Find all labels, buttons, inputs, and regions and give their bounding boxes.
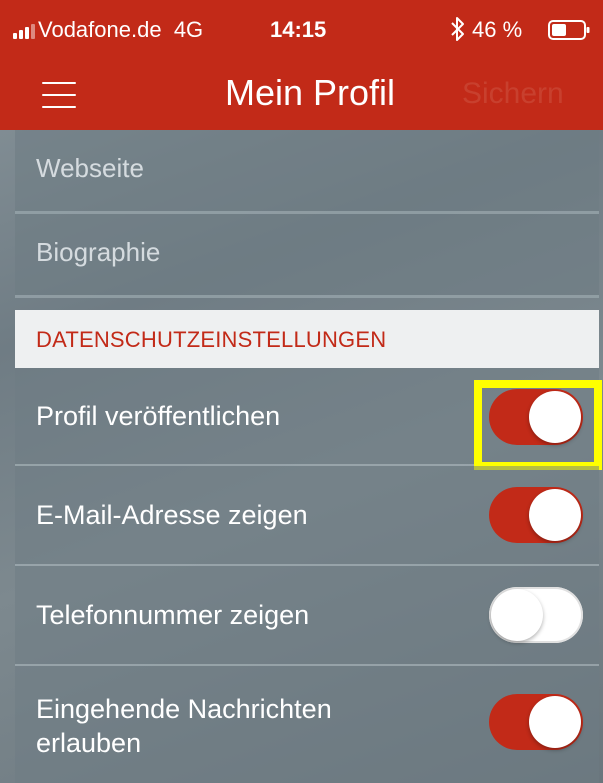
page-title: Mein Profil [224,72,396,113]
allow-messages-label: Eingehende Nachrichten erlauben [36,694,332,758]
navigation-bar: Mein Profil Sichern [0,58,603,130]
privacy-section-header: DATENSCHUTZEINSTELLUNGEN [15,310,599,368]
battery-percentage: 46 % [472,17,523,42]
status-bar: Vodafone.de 4G 14:15 46 % [0,0,603,58]
biography-field[interactable]: Biographie [15,214,599,298]
toggle-row-allow-messages: Eingehende Nachrichten erlauben [15,666,599,783]
show-phone-toggle[interactable] [489,587,583,643]
toggle-row-publish-profile: Profil veröffentlichen [15,368,602,470]
show-email-label: E-Mail-Adresse zeigen [36,500,308,530]
battery-icon [548,20,590,40]
website-field[interactable]: Webseite [15,130,599,214]
profile-form: Webseite Biographie DATENSCHUTZEINSTELLU… [15,130,602,783]
carrier-network: Vodafone.de 4G [38,14,203,46]
show-phone-label: Telefonnummer zeigen [36,600,310,630]
toggle-row-show-phone: Telefonnummer zeigen [15,566,599,666]
status-time: 14:15 [270,17,327,42]
carrier-name: Vodafone.de [38,17,162,42]
toggle-knob [529,696,581,748]
publish-profile-label: Profil veröffentlichen [36,401,281,431]
privacy-section-title: DATENSCHUTZEINSTELLUNGEN [36,327,387,352]
hamburger-menu-icon[interactable] [42,82,76,108]
publish-profile-toggle[interactable] [489,389,583,445]
toggle-knob [491,589,543,641]
network-type: 4G [173,17,204,42]
show-email-toggle[interactable] [489,487,583,543]
biography-placeholder: Biographie [36,237,161,267]
allow-messages-toggle[interactable] [489,694,583,750]
save-button[interactable]: Sichern [462,74,564,114]
toggle-knob [529,489,581,541]
signal-icon [13,24,35,39]
bluetooth-icon [451,17,464,41]
toggle-knob [529,391,581,443]
website-placeholder: Webseite [36,153,144,183]
toggle-row-show-email: E-Mail-Adresse zeigen [15,466,599,566]
